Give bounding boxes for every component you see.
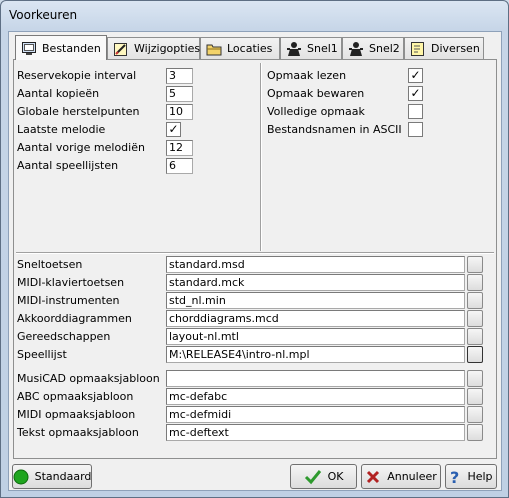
musicad-template-browse-button[interactable] <box>467 370 483 387</box>
midi-instruments-file-field[interactable]: std_nl.min <box>166 292 465 309</box>
backup-interval-label: Reservekopie interval <box>17 69 137 82</box>
midi-keyboard-browse-button[interactable] <box>467 274 483 291</box>
midi-instruments-browse-button[interactable] <box>467 292 483 309</box>
musicad-template-field[interactable] <box>166 370 465 387</box>
tools-file-label: Gereedschappen <box>17 330 111 343</box>
svg-text:?: ? <box>450 469 459 485</box>
tab-panel-bestanden: Reservekopie interval 3 Aantal kopieën 5… <box>13 59 497 459</box>
full-layout-label: Volledige opmaak <box>267 105 365 118</box>
playlists-count-label: Aantal speellijsten <box>17 159 119 172</box>
text-template-label: Tekst opmaaksjabloon <box>17 426 139 439</box>
abc-template-label: ABC opmaaksjabloon <box>17 390 134 403</box>
abc-template-browse-button[interactable] <box>467 388 483 405</box>
text-template-field[interactable]: mc-deftext <box>166 424 465 441</box>
horizontal-divider <box>16 252 494 254</box>
playlists-count-field[interactable]: 6 <box>166 158 193 174</box>
folder-icon <box>206 41 222 57</box>
help-button-label: Help <box>467 470 493 483</box>
last-melody-checkbox[interactable]: ✓ <box>166 122 181 137</box>
midi-keyboard-file-label: MIDI-klaviertoetsen <box>17 276 125 289</box>
chord-diagrams-browse-button[interactable] <box>467 310 483 327</box>
tab-label: Snel1 <box>307 42 338 55</box>
window-title: Voorkeuren <box>9 8 78 22</box>
tab-label: Bestanden <box>42 41 101 55</box>
green-dot-icon <box>13 469 29 485</box>
full-layout-checkbox[interactable] <box>408 104 423 119</box>
cancel-x-icon <box>365 469 381 485</box>
tab-bestanden[interactable]: Bestanden <box>15 35 107 60</box>
global-restore-points-field[interactable]: 10 <box>166 104 193 120</box>
shortcuts-file-field[interactable]: standard.msd <box>166 256 465 273</box>
copies-count-label: Aantal kopieën <box>17 87 100 100</box>
edit-options-icon <box>113 41 129 57</box>
help-question-icon: ? <box>449 469 461 485</box>
ok-button-label: OK <box>327 470 344 483</box>
help-button[interactable]: ? Help <box>445 464 497 489</box>
backup-interval-field[interactable]: 3 <box>166 68 193 84</box>
checkmark-icon <box>304 469 322 485</box>
tab-label: Snel2 <box>369 42 400 55</box>
misc-icon <box>410 41 426 57</box>
tab-label: Diversen <box>431 42 480 55</box>
ok-button[interactable]: OK <box>290 464 357 489</box>
standard-button-label: Standaard <box>34 470 92 483</box>
cancel-button-label: Annuleer <box>387 470 437 483</box>
midi-template-label: MIDI opmaaksjabloon <box>17 408 136 421</box>
shortcuts-file-label: Sneltoetsen <box>17 258 83 271</box>
text-template-browse-button[interactable] <box>467 424 483 441</box>
tools-file-field[interactable]: layout-nl.mtl <box>166 328 465 345</box>
midi-template-browse-button[interactable] <box>467 406 483 423</box>
previous-melodies-label: Aantal vorige melodiën <box>17 141 145 154</box>
previous-melodies-field[interactable]: 12 <box>166 140 193 156</box>
chord-diagrams-file-label: Akkoorddiagrammen <box>17 312 132 325</box>
tab-snel1[interactable]: Snel1 <box>280 37 342 59</box>
save-layout-checkbox[interactable]: ✓ <box>408 86 423 101</box>
playlist-file-field[interactable]: M:\RELEASE4\intro-nl.mpl <box>166 346 465 363</box>
tab-diversen[interactable]: Diversen <box>404 37 484 59</box>
tab-label: Locaties <box>227 42 273 55</box>
monitor-icon <box>21 40 37 56</box>
person-shortcut-icon <box>348 41 364 57</box>
vertical-divider <box>260 63 262 251</box>
last-melody-label: Laatste melodie <box>17 123 106 136</box>
midi-template-field[interactable]: mc-defmidi <box>166 406 465 423</box>
midi-instruments-file-label: MIDI-instrumenten <box>17 294 120 307</box>
chord-diagrams-file-field[interactable]: chorddiagrams.mcd <box>166 310 465 327</box>
musicad-template-label: MusiCAD opmaaksjabloon <box>17 372 160 385</box>
read-layout-label: Opmaak lezen <box>267 69 347 82</box>
tab-label: Wijzigopties <box>134 42 201 55</box>
tab-locaties[interactable]: Locaties <box>200 37 280 59</box>
playlist-browse-button[interactable] <box>467 346 483 363</box>
person-shortcut-icon <box>286 41 302 57</box>
tools-browse-button[interactable] <box>467 328 483 345</box>
global-restore-points-label: Globale herstelpunten <box>17 105 140 118</box>
standard-button[interactable]: Standaard <box>12 464 92 489</box>
tab-snel2[interactable]: Snel2 <box>342 37 404 59</box>
shortcuts-browse-button[interactable] <box>467 256 483 273</box>
dialog-client: Bestanden Wijzigopties Locaties Snel1 Sn… <box>8 31 502 491</box>
midi-keyboard-file-field[interactable]: standard.mck <box>166 274 465 291</box>
cancel-button[interactable]: Annuleer <box>361 464 441 489</box>
preferences-window: Voorkeuren Bestanden Wijzigopties Locati… <box>0 0 509 498</box>
copies-count-field[interactable]: 5 <box>166 86 193 102</box>
tab-wijzigopties[interactable]: Wijzigopties <box>107 37 200 59</box>
save-layout-label: Opmaak bewaren <box>267 87 365 100</box>
playlist-file-label: Speellijst <box>17 348 67 361</box>
ascii-filenames-checkbox[interactable] <box>408 122 423 137</box>
abc-template-field[interactable]: mc-defabc <box>166 388 465 405</box>
read-layout-checkbox[interactable]: ✓ <box>408 68 423 83</box>
ascii-filenames-label: Bestandsnamen in ASCII <box>267 123 402 136</box>
